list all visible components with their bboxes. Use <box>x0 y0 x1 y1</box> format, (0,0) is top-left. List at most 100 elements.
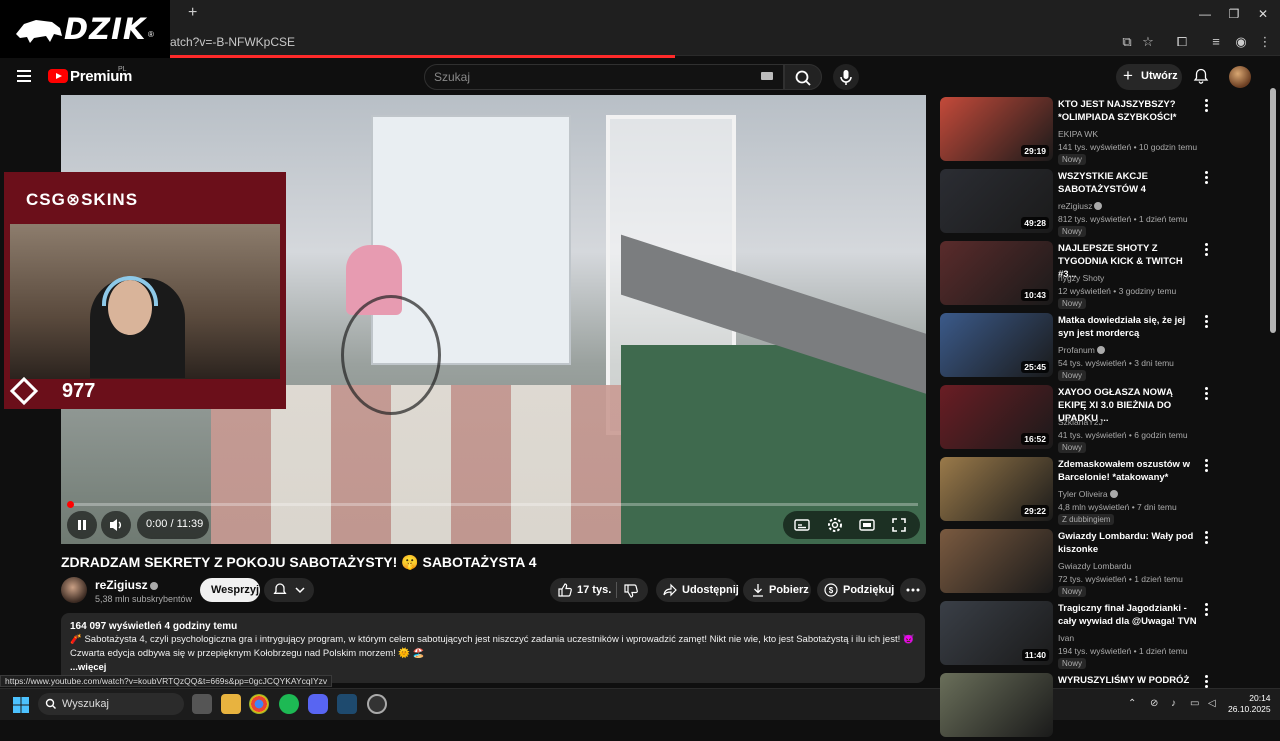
voice-search-button[interactable] <box>833 64 859 90</box>
recommendation-item[interactable]: WYRUSZYLIŚMY W PODRÓŻ <box>940 673 1270 741</box>
support-button[interactable]: Wesprzyj <box>200 578 260 602</box>
volume-button[interactable] <box>101 511 131 539</box>
recommendation-channel[interactable]: reZigiusz <box>1058 201 1103 211</box>
fullscreen-icon[interactable] <box>890 516 908 534</box>
menu-icon[interactable] <box>17 70 31 82</box>
recommendation-item[interactable]: 10:43 NAJLEPSZE SHOTY Z TYGODNIA KICK & T… <box>940 241 1270 309</box>
subtitles-icon[interactable] <box>793 517 811 533</box>
recommendation-channel[interactable]: Profanum <box>1058 345 1105 355</box>
recommendation-channel[interactable]: EKIPA WK <box>1058 129 1098 139</box>
browser-menu-icon[interactable]: ⋮ <box>1256 33 1274 51</box>
address-bar[interactable]: atch?v=-B-NFWKpCSE <box>170 35 295 49</box>
thumbs-down-icon[interactable] <box>623 583 639 599</box>
youtube-logo-icon[interactable] <box>48 69 68 83</box>
recommendation-badge: Nowy <box>1058 298 1087 309</box>
more-vertical-icon[interactable] <box>1202 315 1210 329</box>
profile-icon[interactable]: ◉ <box>1232 33 1250 51</box>
more-vertical-icon[interactable] <box>1202 675 1210 689</box>
thanks-button[interactable]: $ Podziękuj <box>817 578 894 602</box>
windows-start-icon[interactable] <box>12 696 30 714</box>
recommendation-item[interactable]: 49:28 WSZYSTKIE AKCJE SABOTAŻYSTÓW 4 reZig… <box>940 169 1270 237</box>
recommendation-channel-text: reZigiusz <box>1058 201 1093 211</box>
recommendation-channel[interactable]: hygzy Shoty <box>1058 273 1104 283</box>
recommendation-thumbnail[interactable]: 16:52 <box>940 385 1053 449</box>
close-window-button[interactable]: ✕ <box>1248 4 1278 24</box>
new-tab-button[interactable]: + <box>188 4 204 22</box>
recommendation-channel-text: Tyler Oliveira <box>1058 489 1108 499</box>
recommendation-item[interactable]: 29:19 KTO JEST NAJSZYBSZY? *OLIMPIADA SZY… <box>940 97 1270 165</box>
verified-icon <box>1094 202 1103 210</box>
media-control-icon[interactable]: ≡ <box>1207 33 1225 51</box>
extensions-icon[interactable]: ⧠ <box>1173 33 1191 51</box>
more-vertical-icon[interactable] <box>1202 603 1210 617</box>
search-input[interactable] <box>424 64 784 90</box>
page-scrollbar[interactable] <box>1270 88 1276 333</box>
subscription-bell-button[interactable] <box>264 578 314 602</box>
more-vertical-icon[interactable] <box>1202 459 1210 473</box>
recommendation-item[interactable]: 29:22 Zdemaskowałem oszustów w Barcelonie… <box>940 457 1270 525</box>
maximize-button[interactable]: ❐ <box>1219 4 1249 24</box>
download-button[interactable]: Pobierz <box>743 578 811 602</box>
player-controls: 0:00 / 11:39 <box>61 507 926 544</box>
recommendation-channel[interactable]: Ivan <box>1058 633 1074 643</box>
video-duration: 25:45 <box>1021 361 1049 373</box>
app-icon[interactable] <box>367 694 387 714</box>
recommendation-item[interactable]: 25:45 Matka dowiedziała się, że jej syn j… <box>940 313 1270 381</box>
search-button[interactable] <box>784 64 822 90</box>
more-vertical-icon[interactable] <box>1202 99 1210 113</box>
recommendation-meta: 194 tys. wyświetleń • 1 dzień temu <box>1058 646 1188 656</box>
channel-avatar[interactable] <box>61 577 87 603</box>
recommendation-item[interactable]: Gwiazdy Lombardu: Wały pod kiszonke Gwiaz… <box>940 529 1270 597</box>
registered-mark: ® <box>148 30 154 39</box>
more-vertical-icon[interactable] <box>1202 387 1210 401</box>
excel-like-icon[interactable] <box>337 694 357 714</box>
video-progress-bar[interactable] <box>69 503 918 506</box>
thumbs-up-icon[interactable] <box>557 582 573 598</box>
settings-gear-icon[interactable] <box>826 516 844 534</box>
discord-icon[interactable] <box>308 694 328 714</box>
recommendation-title[interactable]: Matka dowiedziała się, że jej syn jest m… <box>1058 314 1198 340</box>
recommendation-title[interactable]: Tragiczny finał Jagodzianki - cały wywia… <box>1058 602 1198 628</box>
task-view-icon[interactable] <box>192 694 212 714</box>
keyboard-icon[interactable] <box>761 72 773 80</box>
recommendation-thumbnail[interactable]: 11:40 <box>940 601 1053 665</box>
recommendation-thumbnail[interactable] <box>940 673 1053 737</box>
theater-mode-icon[interactable] <box>858 517 876 533</box>
show-more-link[interactable]: ...więcej <box>70 662 106 673</box>
file-explorer-icon[interactable] <box>221 694 241 714</box>
recommendation-channel[interactable]: Tyler Oliveira <box>1058 489 1118 499</box>
more-vertical-icon[interactable] <box>1202 531 1210 545</box>
bookmark-star-icon[interactable]: ☆ <box>1139 33 1157 51</box>
user-avatar[interactable] <box>1229 66 1251 88</box>
download-icon <box>753 584 763 597</box>
recommendation-title[interactable]: Zdemaskowałem oszustów w Barcelonie! *at… <box>1058 458 1198 484</box>
install-app-icon[interactable]: ⧉ <box>1118 33 1136 51</box>
channel-name[interactable]: reZigiusz <box>95 578 158 592</box>
like-count: 17 tys. <box>577 584 612 596</box>
taskbar-search[interactable] <box>38 693 184 715</box>
recommendation-thumbnail[interactable]: 10:43 <box>940 241 1053 305</box>
more-vertical-icon[interactable] <box>1202 171 1210 185</box>
recommendation-thumbnail[interactable]: 25:45 <box>940 313 1053 377</box>
recommendation-title[interactable]: KTO JEST NAJSZYBSZY? *OLIMPIADA SZYBKOŚC… <box>1058 98 1198 124</box>
recommendation-item[interactable]: 16:52 XAYOO OGŁASZA NOWĄ EKIPĘ XI 3.0 BIE… <box>940 385 1270 453</box>
recommendation-thumbnail[interactable] <box>940 529 1053 593</box>
recommendation-item[interactable]: 11:40 Tragiczny finał Jagodzianki - cały … <box>940 601 1270 669</box>
recommendation-channel[interactable]: SzklanaY2J <box>1058 417 1103 427</box>
recommendation-thumbnail[interactable]: 49:28 <box>940 169 1053 233</box>
recommendation-meta: 12 wyświetleń • 3 godziny temu <box>1058 286 1177 296</box>
recommendation-title[interactable]: WYRUSZYLIŚMY W PODRÓŻ <box>1058 674 1198 687</box>
recommendation-thumbnail[interactable]: 29:22 <box>940 457 1053 521</box>
recommendation-title[interactable]: WSZYSTKIE AKCJE SABOTAŻYSTÓW 4 <box>1058 170 1198 196</box>
chrome-icon[interactable] <box>249 694 269 714</box>
notifications-bell-icon[interactable] <box>1193 68 1209 84</box>
spotify-icon[interactable] <box>279 694 299 714</box>
recommendation-channel[interactable]: Gwiazdy Lombardu <box>1058 561 1131 571</box>
minimize-button[interactable]: — <box>1190 4 1220 24</box>
share-button[interactable]: Udostępnij <box>656 578 739 602</box>
more-actions-button[interactable] <box>900 578 926 602</box>
recommendation-title[interactable]: Gwiazdy Lombardu: Wały pod kiszonke <box>1058 530 1198 556</box>
more-vertical-icon[interactable] <box>1202 243 1210 257</box>
pause-button[interactable] <box>67 511 97 539</box>
recommendation-thumbnail[interactable]: 29:19 <box>940 97 1053 161</box>
